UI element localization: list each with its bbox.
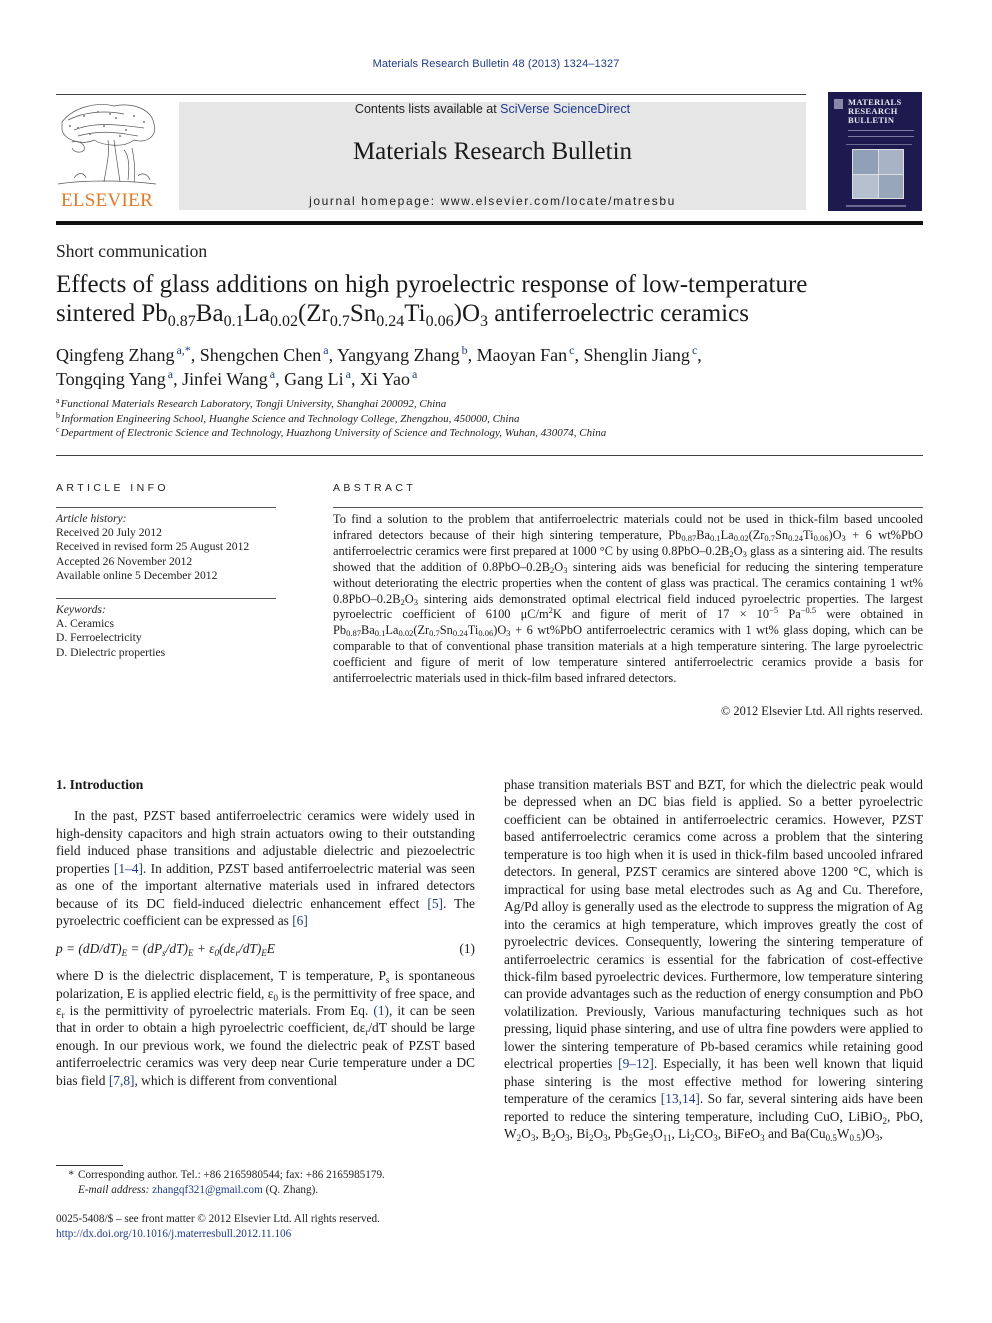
email-link[interactable]: zhangqf321@gmail.com [152, 1184, 263, 1196]
equation-link[interactable]: (1) [373, 1003, 389, 1018]
author[interactable]: Xi Yao [360, 369, 410, 389]
equation-1: p = (dD/dT)E = (dPs/dT)E + ε0(dεr/dT)EE … [56, 940, 475, 958]
journal-citation: Materials Research Bulletin 48 (2013) 13… [372, 58, 620, 70]
section-divider [56, 455, 923, 456]
equation-number: (1) [459, 940, 475, 956]
keyword: D. Ferroelectricity [56, 631, 142, 645]
contents-line: Contents lists available at SciVerse Sci… [179, 102, 806, 116]
cover-emblem-icon [834, 99, 843, 109]
body-column-right: phase transition materials BST and BZT, … [504, 776, 923, 1143]
author[interactable]: Qingfeng Zhang [56, 345, 174, 365]
citation-link[interactable]: [1–4] [114, 861, 143, 876]
citation-link[interactable]: [9–12] [618, 1056, 654, 1071]
citation-link[interactable]: [7,8] [109, 1073, 135, 1088]
affiliation: aFunctional Materials Research Laborator… [56, 396, 447, 411]
cover-footer [846, 205, 906, 207]
cover-title: MATERIALS RESEARCH BULLETIN [848, 97, 902, 125]
keywords: Keywords: A. Ceramics D. Ferroelectricit… [56, 603, 286, 660]
author[interactable]: Gang Li [284, 369, 343, 389]
paragraph: phase transition materials BST and BZT, … [504, 777, 923, 1144]
elsevier-wordmark: ELSEVIER [60, 190, 154, 211]
abstract-divider [333, 507, 923, 508]
keyword: D. Dielectric properties [56, 645, 166, 659]
citation-link[interactable]: [5] [427, 896, 443, 911]
cover-divider [846, 144, 912, 145]
abstract-copyright: © 2012 Elsevier Ltd. All rights reserved… [720, 704, 923, 718]
journal-cover-thumbnail[interactable]: MATERIALS RESEARCH BULLETIN [828, 92, 922, 211]
equation-body: p = (dD/dT)E = (dPs/dT)E + ε0(dεr/dT)EE [56, 940, 275, 958]
affiliation: cDepartment of Electronic Science and Te… [56, 425, 607, 440]
author-list: Qingfeng Zhang a,*, Shengchen Chen a, Yang… [56, 343, 702, 389]
history-item: Accepted 26 November 2012 [56, 554, 193, 568]
journal-name: Materials Research Bulletin [352, 138, 633, 165]
paragraph: In the past, PZST based antiferroelectri… [56, 808, 475, 929]
history-item: Available online 5 December 2012 [56, 568, 218, 582]
corresponding-author-footnote: * Corresponding author. Tel.: +86 2165980… [56, 1168, 476, 1197]
author[interactable]: Maoyan Fan [477, 345, 567, 365]
article-info-heading: ARTICLE INFO [56, 482, 169, 494]
author[interactable]: Shenglin Jiang [583, 345, 690, 365]
contents-prefix: Contents lists available at [354, 102, 501, 116]
author-affiliation-mark[interactable]: a [412, 367, 417, 381]
article-history: Article history: Received 20 July 2012 R… [56, 512, 286, 583]
keyword: A. Ceramics [56, 617, 114, 631]
cover-micrographs [852, 149, 904, 199]
formula: Pb0.87Ba0.1La0.02(Zr0.7Sn0.24Ti0.06) [333, 623, 498, 639]
body-column-left: 1. Introduction In the past, PZST based … [56, 776, 475, 1089]
abstract-heading: ABSTRACT [333, 482, 417, 494]
article-info-divider [56, 507, 276, 508]
history-item: Received 20 July 2012 [56, 526, 162, 540]
section-heading-introduction: 1. Introduction [56, 777, 144, 792]
formula: Pb0.87Ba0.1La0.02(Zr0.7Sn0.24Ti0.06) [668, 527, 833, 543]
citation-link[interactable]: [13,14] [661, 1091, 700, 1106]
issn-footnote: 0025-5408/$ – see front matter © 2012 El… [56, 1213, 380, 1240]
journal-homepage[interactable]: journal homepage: www.elsevier.com/locat… [179, 194, 806, 208]
author[interactable]: Jinfei Wang [182, 369, 268, 389]
cover-subtitle [848, 130, 914, 137]
author[interactable]: Shengchen Chen [200, 345, 321, 365]
paragraph: where D is the dielectric displacement, … [56, 968, 476, 1088]
history-item: Received in revised form 25 August 2012 [56, 540, 250, 554]
header-thick-rule [56, 221, 923, 225]
author-affiliation-mark[interactable]: a,* [176, 343, 190, 357]
tree-icon [57, 104, 157, 185]
footnote-divider [56, 1165, 123, 1166]
doi-link[interactable]: http://dx.doi.org/10.1016/j.materresbull… [56, 1228, 291, 1240]
citation-link[interactable]: [6] [292, 913, 308, 928]
elsevier-logo[interactable]: ELSEVIER [54, 100, 160, 212]
author[interactable]: Tongqing Yang [56, 369, 166, 389]
footnote-star: * [68, 1169, 74, 1181]
author[interactable]: Yangyang Zhang [337, 345, 460, 365]
article-type: Short communication [56, 241, 208, 261]
affiliation: bInformation Engineering School, Huanghe… [56, 410, 520, 425]
affiliations: aFunctional Materials Research Laborator… [56, 397, 926, 441]
abstract-body: To find a solution to the problem that a… [333, 512, 924, 686]
sciencedirect-link[interactable]: SciVerse ScienceDirect [500, 102, 630, 116]
article-title: Effects of glass additions on high pyroe… [56, 271, 808, 330]
keywords-divider [56, 598, 276, 599]
header-divider [56, 94, 806, 95]
